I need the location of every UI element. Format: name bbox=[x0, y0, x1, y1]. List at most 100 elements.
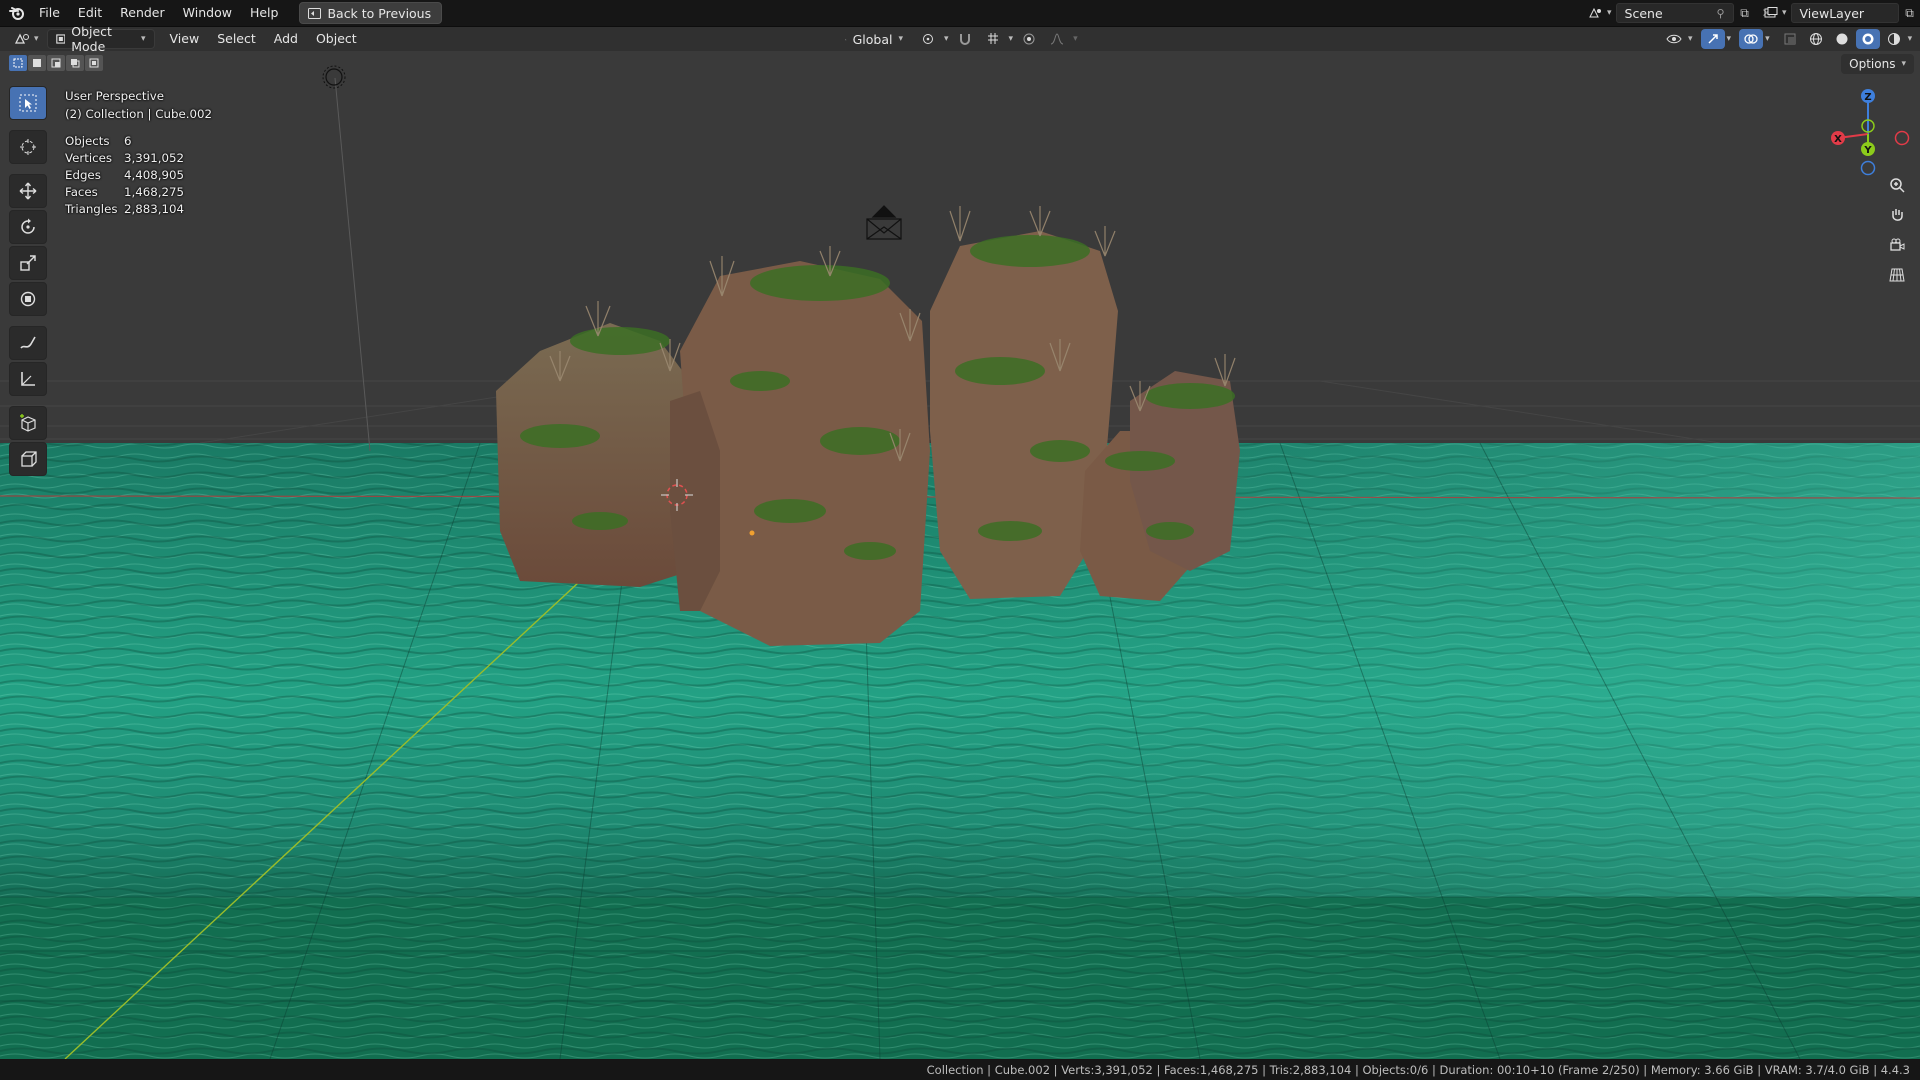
solid-sphere-icon bbox=[1836, 33, 1848, 45]
new-scene-icon[interactable]: ⧉ bbox=[1734, 3, 1756, 23]
camera-view-icon[interactable] bbox=[1884, 232, 1910, 258]
tool-bar bbox=[9, 86, 47, 476]
snap-chevron-icon: ▾ bbox=[1008, 34, 1014, 44]
gizmo-x-label: X bbox=[1834, 134, 1842, 145]
status-bar-text: Collection | Cube.002 | Verts:3,391,052 … bbox=[926, 1062, 1910, 1077]
stat-value: 4,408,905 bbox=[124, 168, 185, 182]
object-mode-label: Object Mode bbox=[71, 24, 112, 54]
menu-edit[interactable]: Edit bbox=[69, 0, 111, 26]
scene-selector[interactable]: ▾ Scene ⚲ ⧉ ✕ bbox=[1585, 3, 1778, 23]
pivot-icon bbox=[923, 34, 933, 44]
blender-logo-icon[interactable] bbox=[4, 0, 30, 26]
stat-value: 6 bbox=[124, 134, 132, 148]
shading-solid-button[interactable] bbox=[1830, 29, 1854, 49]
header-menu-add[interactable]: Add bbox=[265, 27, 307, 51]
pivot-chevron-icon: ▾ bbox=[944, 34, 949, 44]
shading-material-button[interactable] bbox=[1855, 29, 1880, 49]
proportional-edit-icon bbox=[1023, 33, 1035, 45]
3d-viewport[interactable]: Options ▾ Z X Y bbox=[0, 51, 1920, 1059]
rotate-icon bbox=[21, 218, 35, 234]
new-view-layer-icon[interactable]: ⧉ bbox=[1899, 3, 1920, 23]
snap-target-button[interactable] bbox=[981, 29, 1005, 49]
transform-orientation-dropdown[interactable]: Global ▾ bbox=[836, 29, 912, 49]
snap-grid-icon bbox=[987, 33, 998, 44]
scene-name-field[interactable]: Scene ⚲ bbox=[1615, 3, 1734, 23]
zoom-icon[interactable] bbox=[1884, 172, 1910, 198]
measure-tool[interactable] bbox=[9, 362, 47, 396]
editor-type-icon bbox=[14, 33, 29, 44]
ruler-icon bbox=[21, 372, 35, 386]
transform-tool[interactable] bbox=[9, 282, 47, 316]
move-tool[interactable] bbox=[9, 174, 47, 208]
select-invert-icon[interactable] bbox=[66, 55, 84, 71]
pivot-point-button[interactable] bbox=[916, 29, 940, 49]
scene-icon[interactable] bbox=[1585, 3, 1607, 23]
gizmo-neg-z[interactable] bbox=[1860, 160, 1876, 176]
options-label: Options bbox=[1849, 57, 1896, 71]
stat-label: Objects bbox=[65, 134, 110, 148]
header-menu-select[interactable]: Select bbox=[208, 27, 265, 51]
view-layer-selector[interactable]: ▾ ViewLayer ⧉ ✕ bbox=[1760, 3, 1920, 23]
pan-hand-icon[interactable] bbox=[1884, 202, 1910, 228]
active-collection-label: (2) Collection | Cube.002 bbox=[65, 107, 213, 121]
object-mode-icon bbox=[55, 34, 66, 44]
overlays-chevron-icon: ▾ bbox=[1765, 34, 1770, 44]
options-chevron-icon: ▾ bbox=[1901, 59, 1906, 69]
add-cube-tool[interactable] bbox=[9, 406, 47, 440]
shading-chevron-icon: ▾ bbox=[1907, 34, 1913, 44]
shading-rendered-button[interactable] bbox=[1882, 29, 1906, 49]
select-new-icon[interactable] bbox=[9, 55, 27, 71]
annotate-tool[interactable] bbox=[9, 326, 47, 360]
navigation-gizmo[interactable]: Z X Y bbox=[1822, 86, 1912, 176]
transform-tools: Global ▾ ▾ ▾ ▾ bbox=[836, 29, 1078, 49]
view-layer-icon[interactable] bbox=[1760, 3, 1782, 23]
scene-statistics: Objects 6 Vertices 3,391,052 Edges 4,408… bbox=[65, 133, 212, 218]
move-arrows-icon bbox=[19, 182, 37, 200]
proportional-edit-button[interactable] bbox=[1017, 29, 1041, 49]
view-layer-chevron-icon: ▾ bbox=[1782, 8, 1787, 18]
menu-render[interactable]: Render bbox=[111, 0, 174, 26]
scale-tool[interactable] bbox=[9, 246, 47, 280]
select-extend-icon[interactable] bbox=[28, 55, 46, 71]
stat-row-objects: Objects 6 bbox=[65, 133, 212, 150]
cursor-arrow-icon bbox=[19, 94, 37, 112]
menu-help[interactable]: Help bbox=[241, 0, 288, 26]
snap-toggle-button[interactable] bbox=[953, 29, 977, 49]
editor-type-button[interactable] bbox=[10, 29, 34, 49]
rotate-tool[interactable] bbox=[9, 210, 47, 244]
header-menu-view[interactable]: View bbox=[161, 27, 209, 51]
material-sphere-icon bbox=[1862, 33, 1874, 45]
pin-icon[interactable]: ⚲ bbox=[1716, 7, 1724, 20]
view-layer-name-field[interactable]: ViewLayer bbox=[1790, 3, 1899, 23]
stat-row-vertices: Vertices 3,391,052 bbox=[65, 150, 212, 167]
select-box-tool[interactable] bbox=[9, 86, 47, 120]
overlays-toggle-button[interactable] bbox=[1739, 29, 1764, 49]
stat-value: 2,883,104 bbox=[124, 202, 185, 216]
shading-wireframe-button[interactable] bbox=[1804, 29, 1828, 49]
falloff-button[interactable] bbox=[1045, 29, 1069, 49]
3d-cursor-icon bbox=[20, 139, 36, 155]
object-cube-icon bbox=[21, 451, 37, 467]
falloff-chevron-icon: ▾ bbox=[1073, 34, 1078, 44]
options-dropdown[interactable]: Options ▾ bbox=[1841, 54, 1914, 74]
add-object-tool[interactable] bbox=[9, 442, 47, 476]
view-layer-name: ViewLayer bbox=[1799, 5, 1865, 21]
perspective-toggle-icon[interactable] bbox=[1884, 262, 1910, 288]
select-intersect-icon[interactable] bbox=[85, 55, 103, 71]
cursor-tool[interactable] bbox=[9, 130, 47, 164]
back-to-previous-button[interactable]: Back to Previous bbox=[299, 2, 443, 24]
viewport-scene[interactable] bbox=[0, 51, 1920, 1059]
gizmo-neg-x[interactable] bbox=[1894, 130, 1910, 146]
visibility-button[interactable] bbox=[1662, 29, 1686, 49]
select-subtract-icon[interactable] bbox=[47, 55, 65, 71]
object-mode-chevron-icon: ▾ bbox=[141, 34, 146, 44]
menu-window[interactable]: Window bbox=[174, 0, 241, 26]
xray-toggle-button[interactable] bbox=[1778, 29, 1802, 49]
gizmo-toggle-button[interactable] bbox=[1700, 29, 1725, 49]
view-perspective-label: User Perspective bbox=[65, 89, 164, 103]
header-menu-object[interactable]: Object bbox=[307, 27, 366, 51]
viewport-info-overlay: User Perspective (2) Collection | Cube.0… bbox=[65, 87, 212, 218]
object-origin bbox=[749, 530, 755, 536]
object-mode-dropdown[interactable]: Object Mode ▾ bbox=[46, 24, 155, 54]
menu-file[interactable]: File bbox=[30, 0, 69, 26]
